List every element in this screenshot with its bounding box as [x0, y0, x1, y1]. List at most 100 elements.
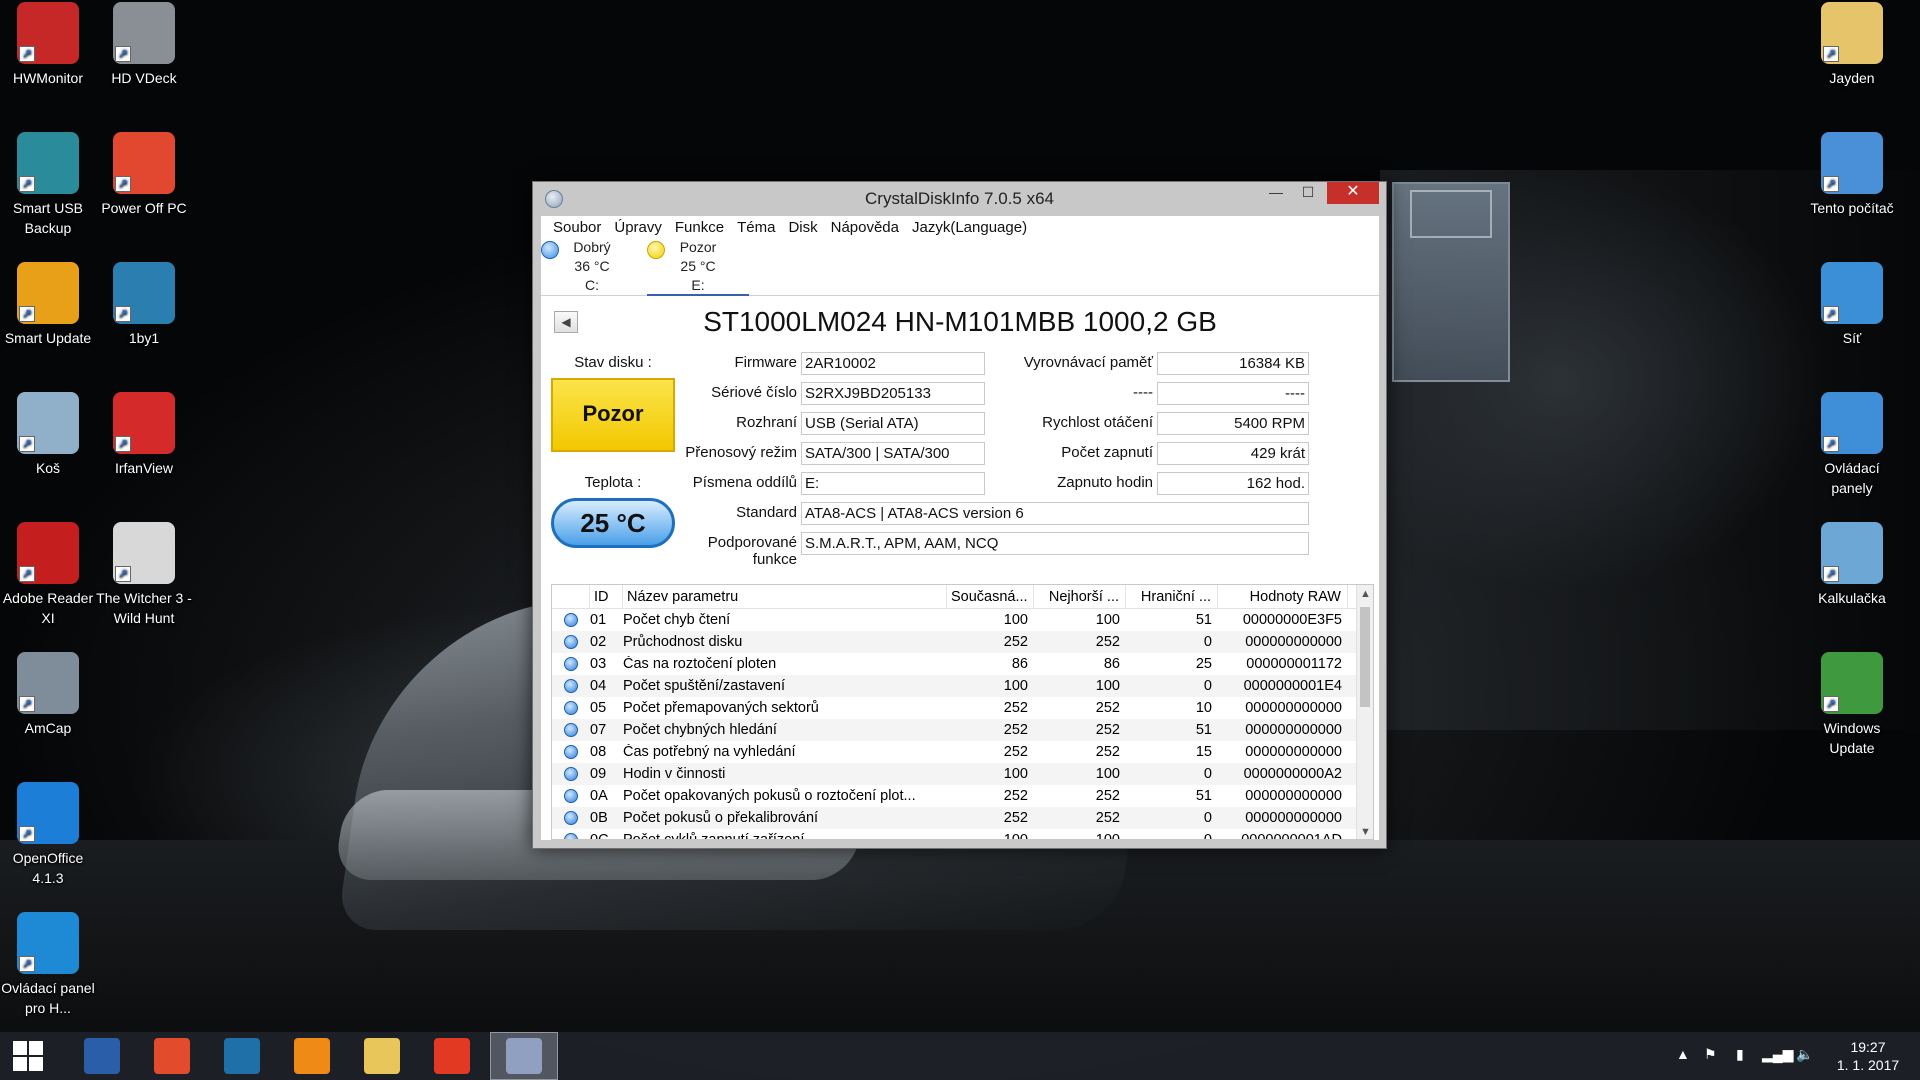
- firefox-icon: [294, 1038, 330, 1074]
- power-off-icon: [434, 1038, 470, 1074]
- desktop-icon-irfanview[interactable]: ↗ IrfanView: [96, 392, 192, 478]
- desktop-icon-windows-update[interactable]: ↗ Windows Update: [1804, 652, 1900, 758]
- desktop-icon-control-panel[interactable]: ↗ Ovládací panely: [1804, 392, 1900, 498]
- cell-current: 252: [1003, 634, 1028, 650]
- desktop-icon-hd-vdeck[interactable]: ↗ HD VDeck: [96, 2, 192, 88]
- rotation-speed-label: Rychlost otáčení: [1042, 414, 1153, 431]
- desktop-icon-openoffice[interactable]: ↗ OpenOffice 4.1.3: [0, 782, 96, 888]
- desktop-icon-network[interactable]: ↗ Síť: [1804, 262, 1900, 348]
- menu-disk[interactable]: Disk: [782, 216, 824, 238]
- taskbar-button-file-explorer[interactable]: [348, 1032, 416, 1080]
- cell-current: 100: [1003, 612, 1028, 628]
- table-row[interactable]: 09 Hodin v činnosti 100 100 0 0000000000A2: [552, 763, 1357, 785]
- desktop-icon-label: IrfanView: [114, 460, 174, 476]
- table-row[interactable]: 0A Počet opakovaných pokusů o roztočení p…: [552, 785, 1357, 807]
- table-row[interactable]: 07 Počet chybných hledání 252 252 51 00000000…: [552, 719, 1357, 741]
- status-column-header[interactable]: [552, 585, 590, 608]
- maximize-button[interactable]: ☐: [1293, 182, 1323, 204]
- disk-tab-e[interactable]: Pozor 25 °C E:: [647, 238, 749, 296]
- intel-control-panel-icon: ↗: [17, 912, 79, 974]
- hwmonitor-icon: ↗: [17, 2, 79, 64]
- taskbar-button-floppy-save[interactable]: [68, 1032, 136, 1080]
- cell-current: 252: [1003, 788, 1028, 804]
- desktop-icon-amcap[interactable]: ↗ AmCap: [0, 652, 96, 738]
- desktop-icon-this-pc[interactable]: ↗ Tento počítač: [1804, 132, 1900, 218]
- status-good-icon: [564, 789, 578, 803]
- desktop-icon-hwmonitor[interactable]: ↗ HWMonitor: [0, 2, 96, 88]
- menu-soubor[interactable]: Soubor: [547, 216, 608, 238]
- close-button[interactable]: ✕: [1327, 182, 1379, 204]
- column-header-raw[interactable]: Hodnoty RAW: [1218, 585, 1348, 608]
- title-bar[interactable]: CrystalDiskInfo 7.0.5 x64 — ☐ ✕: [533, 182, 1386, 216]
- status-good-icon: [564, 679, 578, 693]
- cell-id: 01: [590, 612, 607, 628]
- desktop-icon-smart-usb-backup[interactable]: ↗ Smart USB Backup: [0, 132, 96, 238]
- table-row[interactable]: 04 Počet spuštění/zastavení 100 100 0 0000000…: [552, 675, 1357, 697]
- temperature-badge[interactable]: 25 °C: [551, 498, 675, 548]
- menu-tema[interactable]: Téma: [731, 216, 782, 238]
- crystaldiskinfo-window[interactable]: CrystalDiskInfo 7.0.5 x64 — ☐ ✕ Soubor Ú…: [532, 181, 1387, 849]
- shortcut-arrow-icon: ↗: [19, 566, 35, 582]
- menu-napoveda[interactable]: Nápověda: [825, 216, 906, 238]
- cell-id: 0C: [590, 832, 609, 840]
- minimize-button[interactable]: —: [1261, 182, 1291, 204]
- desktop-icon-calculator[interactable]: ↗ Kalkulačka: [1804, 522, 1900, 608]
- desktop-icon-power-off-pc[interactable]: ↗ Power Off PC: [96, 132, 192, 218]
- taskbar-button-start[interactable]: [0, 1032, 56, 1080]
- drive-letters-field: E:: [801, 472, 985, 495]
- desktop-icon-1by1[interactable]: ↗ 1by1: [96, 262, 192, 348]
- action-center-flag-icon[interactable]: ⚑: [1704, 1046, 1717, 1063]
- column-header-threshold[interactable]: Hraniční ...: [1126, 585, 1218, 608]
- menu-upravy[interactable]: Úpravy: [608, 216, 669, 238]
- shortcut-arrow-icon: ↗: [1823, 306, 1839, 322]
- cell-threshold: 51: [1195, 722, 1212, 738]
- table-row[interactable]: 05 Počet přemapovaných sektorů 252 252 10 000…: [552, 697, 1357, 719]
- system-clock[interactable]: 19:27 1. 1. 2017: [1820, 1038, 1916, 1074]
- row-status-cell: [552, 679, 590, 693]
- taskbar-button-app-swirl[interactable]: [208, 1032, 276, 1080]
- table-row[interactable]: 01 Počet chyb čtení 100 100 51 00000000E3F5: [552, 609, 1357, 631]
- desktop-icon-adobe-reader[interactable]: ↗ Adobe Reader XI: [0, 522, 96, 628]
- scroll-down-icon[interactable]: ▼: [1357, 823, 1373, 839]
- smart-attributes-table[interactable]: ID Název parametru Současná... Nejhorší …: [551, 584, 1374, 840]
- desktop-icon-label: The Witcher 3 - Wild Hunt: [96, 590, 192, 626]
- table-scrollbar[interactable]: ▲ ▼: [1356, 585, 1373, 839]
- taskbar-button-crystaldiskinfo[interactable]: [490, 1032, 558, 1080]
- desktop-icon-label: Jayden: [1829, 70, 1875, 86]
- column-header-id[interactable]: ID: [590, 585, 623, 608]
- cell-threshold: 0: [1203, 634, 1212, 650]
- scrollbar-thumb[interactable]: [1360, 607, 1370, 707]
- table-row[interactable]: 0C Počet cyklů zapnutí zařízení 100 100 0 000…: [552, 829, 1357, 840]
- disk-tab-c[interactable]: Dobrý 36 °C C:: [541, 238, 643, 296]
- menu-funkce[interactable]: Funkce: [669, 216, 731, 238]
- power-on-count-field: 429 krát: [1157, 442, 1309, 465]
- menu-jazyk[interactable]: Jazyk(Language): [906, 216, 1034, 238]
- taskbar-button-firefox[interactable]: [278, 1032, 346, 1080]
- shortcut-arrow-icon: ↗: [19, 306, 35, 322]
- desktop-icon-recycle-bin[interactable]: ↗ Koš: [0, 392, 96, 478]
- power-on-count-label: Počet zapnutí: [1061, 444, 1153, 461]
- cell-raw: 000000000000: [1245, 700, 1342, 716]
- taskbar-button-power-off[interactable]: [418, 1032, 486, 1080]
- column-header-worst[interactable]: Nejhorší ...: [1034, 585, 1126, 608]
- volume-icon[interactable]: 🔈: [1796, 1046, 1813, 1063]
- desktop-icon-label: Windows Update: [1823, 720, 1881, 756]
- table-row[interactable]: 08 Čas potřebný na vyhledání 252 252 15 00000…: [552, 741, 1357, 763]
- desktop-icon-intel-control-panel[interactable]: ↗ Ovládací panel pro H...: [0, 912, 96, 1018]
- table-row[interactable]: 0B Počet pokusů o překalibrování 252 252 0 00…: [552, 807, 1357, 829]
- column-header-name[interactable]: Název parametru: [623, 585, 947, 608]
- table-row[interactable]: 02 Průchodnost disku 252 252 0 000000000000: [552, 631, 1357, 653]
- row-status-cell: [552, 789, 590, 803]
- desktop-icon-label: Smart Update: [4, 330, 92, 346]
- tray-expand-icon[interactable]: ▲: [1676, 1046, 1690, 1062]
- taskbar-button-ccleaner[interactable]: [138, 1032, 206, 1080]
- scroll-up-icon[interactable]: ▲: [1357, 585, 1373, 603]
- desktop-icon-witcher[interactable]: ↗ The Witcher 3 - Wild Hunt: [96, 522, 192, 628]
- desktop-icon-user-folder[interactable]: ↗ Jayden: [1804, 2, 1900, 88]
- health-status-button[interactable]: Pozor: [551, 378, 675, 452]
- table-row[interactable]: 03 Čas na roztočení ploten 86 86 25 000000001…: [552, 653, 1357, 675]
- column-header-current[interactable]: Současná...: [947, 585, 1034, 608]
- battery-icon[interactable]: ▮: [1736, 1046, 1744, 1063]
- network-signal-icon[interactable]: ▂▄▆: [1762, 1046, 1793, 1063]
- desktop-icon-smart-update[interactable]: ↗ Smart Update: [0, 262, 96, 348]
